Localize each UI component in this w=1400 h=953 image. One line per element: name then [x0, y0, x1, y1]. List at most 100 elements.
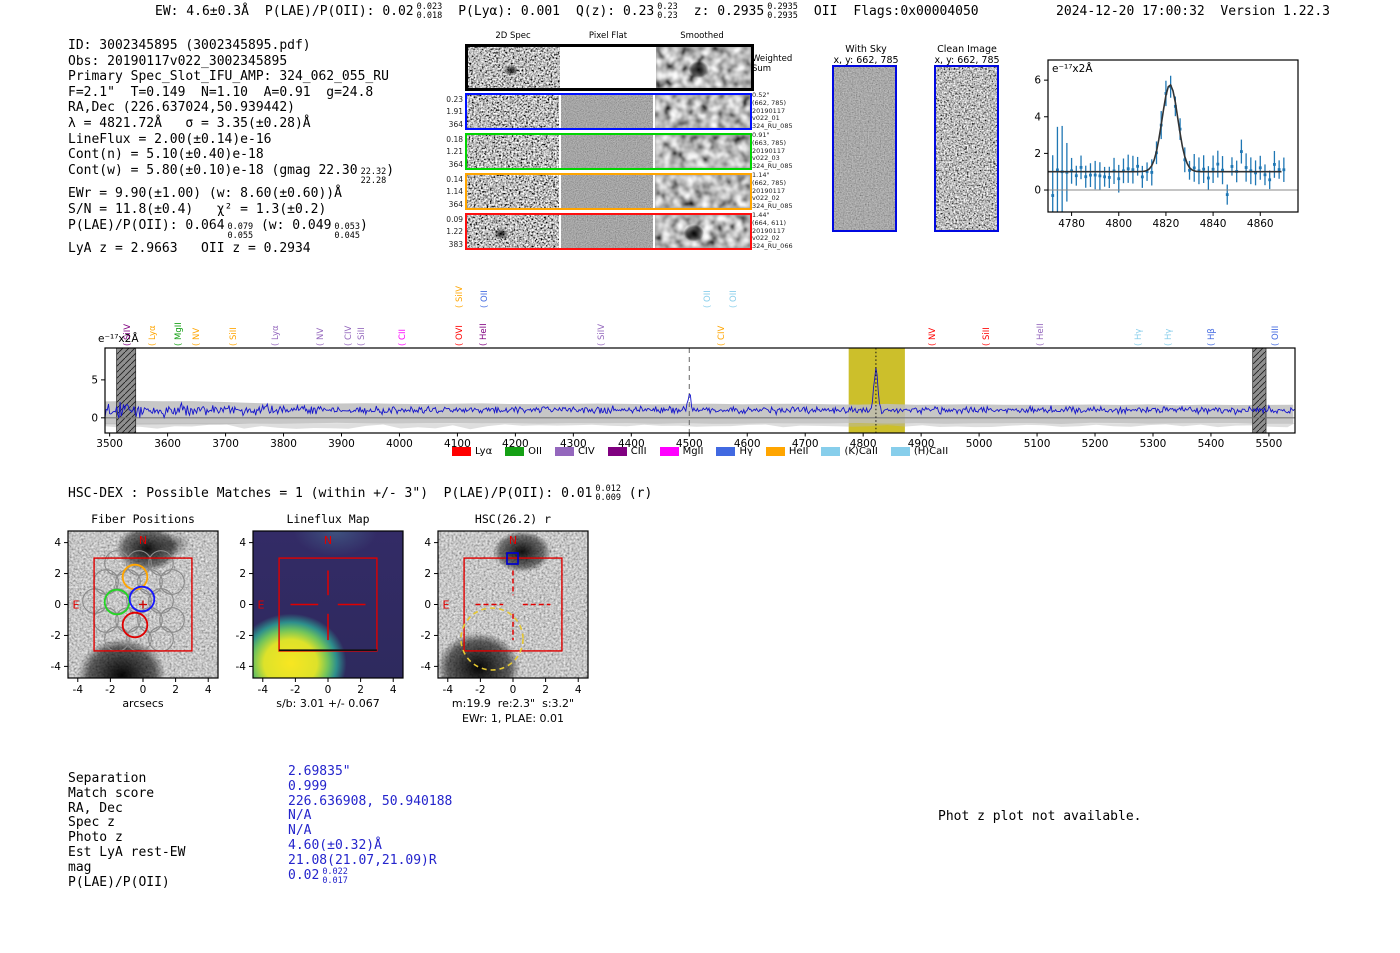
svg-text:4: 4: [205, 684, 212, 696]
svg-text:5100: 5100: [1024, 438, 1051, 450]
match-label-4: Photo z: [68, 830, 123, 846]
info-line-6: LineFlux = 2.00(±0.14)e-16: [68, 131, 272, 147]
header-stat-0: EW: 4.6±0.3Å: [155, 4, 249, 19]
lineflux-xlabel: s/b: 3.01 +/- 0.067: [276, 697, 380, 710]
svg-text:-4: -4: [73, 684, 84, 696]
hsc-summary-suffix: (r): [620, 486, 653, 501]
info-line-1: Obs: 20190117v022_3002345895: [68, 53, 288, 69]
legend-item-2: CIV: [554, 446, 595, 457]
fiber-cutout-row-1: [465, 133, 752, 170]
header-stat-2: P(Lyα): 0.001: [458, 4, 560, 19]
svg-text:E: E: [443, 599, 450, 612]
match-label-3: Spec z: [68, 815, 115, 831]
svg-text:2: 2: [357, 684, 364, 696]
svg-text:4780: 4780: [1058, 218, 1085, 230]
panel-2dspec: [467, 175, 559, 208]
clean-image-title: Clean Image: [937, 44, 997, 55]
match-label-5: Est LyA rest-EW: [68, 844, 186, 860]
svg-text:-4: -4: [443, 684, 454, 696]
info-line-plae: P(LAE)/P(OII): 0.064 0.079 0.055 (w: 0.049…: [68, 217, 368, 241]
fiber-row-1-weights: 0.18 1.21 364: [446, 135, 463, 169]
svg-text:3700: 3700: [212, 438, 239, 450]
svg-text:5400: 5400: [1198, 438, 1225, 450]
svg-text:0: 0: [424, 599, 431, 611]
hsc-xlabel: m:19.9 re:2.3" s:3.2": [451, 697, 575, 710]
plae-w-uncertainty: 0.053 0.045: [334, 221, 361, 241]
hsc-summary-text: HSC-DEX : Possible Matches = 1 (within +…: [68, 486, 593, 501]
match-value-7: 0.02 0.022 0.017: [288, 866, 348, 886]
svg-text:0: 0: [54, 599, 61, 611]
source-blob: [468, 47, 560, 88]
panel-smoothed: [655, 95, 750, 128]
panel-smoothed: [655, 215, 750, 248]
match-label-6: mag: [68, 859, 92, 875]
match-label-1: Match score: [68, 785, 155, 801]
line-label-siiv-11: ( SiIV: [455, 285, 466, 308]
svg-text:4: 4: [54, 537, 61, 549]
svg-text:4820: 4820: [1153, 218, 1180, 230]
info-line-4: RA,Dec (226.637024,50.939442): [68, 100, 295, 116]
weighted-sum-row: [465, 44, 754, 91]
fiber-positions-overlay: -4 -4 -2 -2 0 0 2 2 4 4 N E: [51, 530, 219, 696]
info-line-7: Cont(n) = 5.10(±0.40)e-18: [68, 147, 264, 163]
svg-text:2: 2: [239, 568, 246, 580]
panel-2dspec: [467, 135, 559, 168]
legend-label-4: MgII: [682, 446, 704, 457]
panel-2dspec: [467, 95, 559, 128]
timestamp-gap: [1205, 4, 1221, 19]
legend-item-7: (K)CaII: [821, 446, 878, 457]
photz-note: Phot z plot not available.: [938, 809, 1142, 824]
svg-text:-4: -4: [51, 661, 62, 673]
match-table-labels: Separation Match score RA, Dec Spec z Photo …: [68, 771, 186, 890]
match-label-7: P(LAE)/P(OII): [68, 874, 170, 890]
legend-item-3: CIII: [607, 446, 647, 457]
fiber-cutout-row-3: [465, 213, 752, 250]
info-line-contw: Cont(w) = 5.80(±0.10)e-18 (gmag 22.30 22.…: [68, 162, 395, 187]
svg-text:-4: -4: [258, 684, 269, 696]
legend-swatch-0: [452, 447, 471, 456]
svg-text:5500: 5500: [1256, 438, 1283, 450]
svg-text:N: N: [509, 534, 517, 547]
legend-swatch-5: [716, 447, 736, 456]
fiber-row-1-id: 0.91" (663, 785) 20190117 v022_03 324_RU_085: [752, 131, 793, 171]
legend-swatch-8: [890, 447, 910, 456]
panel-pixel-flat: [561, 175, 653, 208]
svg-text:N: N: [139, 534, 147, 547]
legend-label-1: OII: [528, 446, 542, 457]
line-fit-plot: 0 2 4 6 4780 4800 4820 4840 4860 e⁻¹⁷x2Å: [1034, 59, 1299, 230]
detection-info-block: ID: 3002345895 (3002345895.pdf) Obs: 2019…: [68, 38, 394, 257]
svg-text:0: 0: [140, 684, 147, 696]
svg-text:4: 4: [390, 684, 397, 696]
line-label-oii-17: ( OII: [729, 290, 739, 308]
svg-text:5300: 5300: [1140, 438, 1167, 450]
cutout-col-header-1: Pixel Flat: [588, 31, 628, 41]
cutout-col-header-2: Smoothed: [680, 31, 724, 41]
legend-swatch-7: [821, 447, 841, 456]
svg-text:2: 2: [424, 568, 431, 580]
match-value-0: 2.69835": [288, 764, 351, 779]
svg-text:-2: -2: [236, 630, 246, 642]
panel-pixel-flat: [561, 95, 653, 128]
source-blob: [467, 215, 559, 248]
line-label-oii-15: ( OII: [702, 290, 713, 308]
spectrum-legend: Lyα OII CIV CIII MgII Hγ HeII (K)CaII (H)CaII: [452, 446, 948, 457]
svg-text:2: 2: [172, 684, 179, 696]
info-line-3: F=2.1" T=0.149 N=1.10 A=0.91 g=24.8: [68, 84, 374, 100]
svg-text:-4: -4: [236, 661, 247, 673]
legend-label-3: CIII: [630, 446, 647, 457]
svg-text:2: 2: [1034, 148, 1041, 160]
legend-swatch-3: [607, 447, 627, 456]
svg-text:-4: -4: [421, 661, 432, 673]
svg-text:0: 0: [91, 412, 98, 424]
svg-text:4800: 4800: [1105, 218, 1132, 230]
svg-text:5: 5: [91, 374, 98, 386]
svg-text:6: 6: [1034, 75, 1041, 87]
lineflux-map-overlay: -4 -4 -2 -2 0 0 2 2 4 4 N E: [236, 530, 404, 696]
header-stat-1-uncertainty: 0.023 0.018: [416, 2, 443, 22]
svg-text:4840: 4840: [1200, 218, 1227, 230]
match-value-4: N/A: [288, 823, 312, 839]
line-label-oii-13: ( OII: [480, 290, 491, 308]
svg-text:e⁻¹⁷x2Å: e⁻¹⁷x2Å: [1052, 62, 1093, 75]
fiber-xlabel: arcsecs: [122, 697, 164, 710]
legend-item-0: Lyα: [452, 446, 492, 457]
